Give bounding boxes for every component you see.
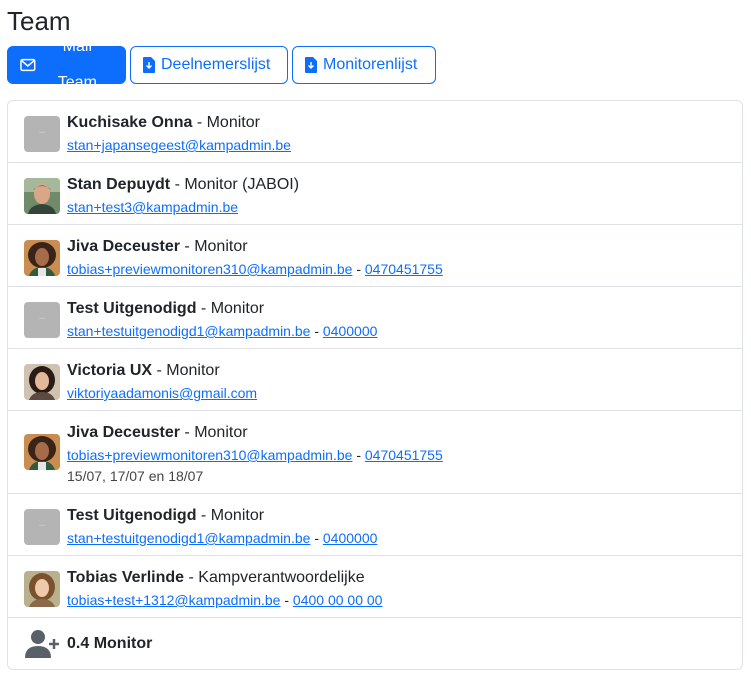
separator: - [310,530,323,546]
avatar: ▫▫▫ [24,116,60,152]
man-portrait-icon [24,178,60,214]
list-item: ▫▫▫ Kuchisake Onna - Monitor stan+japans… [8,101,742,163]
woman-portrait-icon [24,571,60,607]
add-monitor-label: 0.4 Monitor [67,635,153,652]
avatar-placeholder-icon: ▫▫▫ [39,316,45,322]
monitors-list-button[interactable]: Monitorenlijst [292,46,436,84]
avatar [24,571,60,607]
member-role: - Monitor [152,362,220,379]
member-name: Kuchisake Onna [67,114,193,131]
member-name: Test Uitgenodigd [67,300,197,317]
member-name: Jiva Deceuster [67,238,180,255]
member-role: - Monitor [192,114,260,131]
envelope-icon [20,58,36,72]
member-name: Victoria UX [67,362,153,379]
member-phone-link[interactable]: 0400 00 00 00 [293,592,383,608]
member-email-link[interactable]: stan+testuitgenodigd1@kampadmin.be [67,323,310,339]
avatar [24,240,60,276]
member-dates: 15/07, 17/07 en 18/07 [67,468,204,484]
member-phone-link[interactable]: 0400000 [323,323,378,339]
add-monitor-slot[interactable]: 0.4 Monitor [8,618,742,669]
mail-team-button[interactable]: Mail Team [7,38,126,91]
avatar [24,434,60,470]
participants-list-button[interactable]: Deelnemerslijst [130,46,288,84]
member-role: - Monitor [196,300,265,317]
separator: - [352,447,365,463]
member-email-link[interactable]: tobias+previewmonitoren310@kampadmin.be [67,261,352,277]
member-role: - Monitor [179,424,248,441]
monitors-list-label: Monitorenlijst [323,56,418,73]
avatar [24,364,60,400]
member-role: - Monitor [196,507,265,524]
list-item: Jiva Deceuster - Monitor tobias+previewm… [8,411,742,494]
member-email-link[interactable]: tobias+test+1312@kampadmin.be [67,592,280,608]
member-role: - Kampverantwoordelijke [184,569,365,586]
separator: - [310,323,323,339]
separator: - [352,261,365,277]
list-item: Victoria UX - Monitor viktoriyaadamonis@… [8,349,742,411]
member-role: - Monitor [179,238,248,255]
avatar: ▫▫▫ [24,509,60,545]
list-item: Tobias Verlinde - Kampverantwoordelijke … [8,556,742,618]
member-phone-link[interactable]: 0470451755 [365,261,443,277]
avatar: ▫▫▫ [24,302,60,338]
file-download-icon [305,57,317,73]
participants-list-label: Deelnemerslijst [161,56,271,73]
mail-team-label: Mail Team [57,38,97,91]
list-item: Stan Depuydt - Monitor (JABOI) stan+test… [8,163,742,225]
separator: - [280,592,293,608]
avatar [24,178,60,214]
member-email-link[interactable]: stan+testuitgenodigd1@kampadmin.be [67,530,310,546]
toolbar: Mail Team Deelnemerslijst Monitorenlijst [7,38,436,91]
list-item: ▫▫▫ Test Uitgenodigd - Monitor stan+test… [8,494,742,556]
member-email-link[interactable]: viktoriyaadamonis@gmail.com [67,385,257,401]
member-name: Test Uitgenodigd [67,507,197,524]
list-item: ▫▫▫ Test Uitgenodigd - Monitor stan+test… [8,287,742,349]
member-email-link[interactable]: stan+test3@kampadmin.be [67,199,238,215]
woman-portrait-icon [24,240,60,276]
avatar-placeholder-icon: ▫▫▫ [39,130,45,136]
member-name: Jiva Deceuster [67,424,180,441]
member-phone-link[interactable]: 0400000 [323,530,378,546]
avatar-placeholder-icon: ▫▫▫ [39,523,45,529]
member-phone-link[interactable]: 0470451755 [365,447,443,463]
member-name: Stan Depuydt [67,176,171,193]
member-role: - Monitor (JABOI) [170,176,300,193]
user-plus-icon [25,630,59,658]
member-email-link[interactable]: tobias+previewmonitoren310@kampadmin.be [67,447,352,463]
list-item: Jiva Deceuster - Monitor tobias+previewm… [8,225,742,287]
woman-portrait-icon [24,364,60,400]
member-name: Tobias Verlinde [67,569,185,586]
file-download-icon [143,57,155,73]
team-list: ▫▫▫ Kuchisake Onna - Monitor stan+japans… [7,100,743,670]
woman-portrait-icon [24,434,60,470]
member-email-link[interactable]: stan+japansegeest@kampadmin.be [67,137,291,153]
